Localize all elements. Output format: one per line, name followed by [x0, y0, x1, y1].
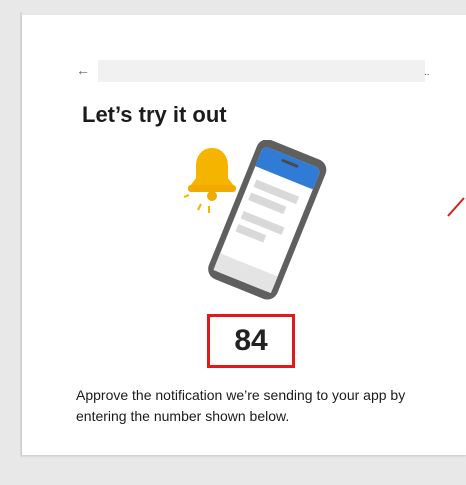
ellipsis: ..	[424, 67, 430, 78]
instruction-text: Approve the notification we’re sending t…	[76, 387, 406, 424]
arrow-left-icon[interactable]: ←	[76, 62, 92, 78]
page-title: Let’s try it out	[82, 102, 227, 127]
bell-icon	[183, 148, 236, 213]
page: ← .. Let’s try it out 84 Approve the not…	[0, 0, 466, 485]
annotation-arrow-icon	[447, 197, 465, 217]
verification-number-box: 84	[207, 314, 295, 368]
verification-number: 84	[234, 324, 268, 357]
phone-notification-illustration	[180, 139, 330, 310]
account-email-bar	[98, 60, 425, 82]
back-row: ← ..	[76, 60, 436, 84]
